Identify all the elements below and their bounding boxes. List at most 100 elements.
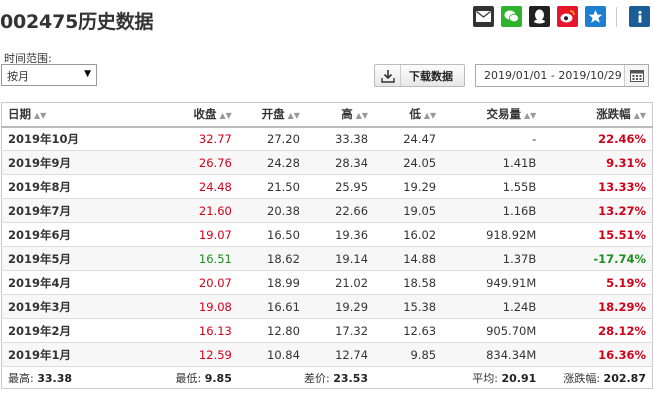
cell-volume: 1.37B	[442, 246, 543, 271]
summary-change: 涨跌幅: 202.87	[542, 366, 653, 389]
cell-change: 15.51%	[542, 222, 653, 247]
cell-close: 20.07	[139, 270, 238, 295]
cell-close: 16.51	[139, 246, 238, 271]
cell-low: 18.58	[374, 270, 443, 295]
cell-open: 12.80	[237, 318, 306, 343]
calendar-icon[interactable]	[624, 65, 648, 86]
cell-open: 16.50	[237, 222, 306, 247]
cell-date: 2019年3月	[1, 294, 140, 319]
cell-volume: 1.55B	[442, 174, 543, 199]
cell-date: 2019年6月	[1, 222, 140, 247]
cell-open: 18.99	[237, 270, 306, 295]
cell-volume: 1.24B	[442, 294, 543, 319]
header-volume[interactable]: 交易量 ▲▼	[442, 102, 543, 128]
cell-low: 12.63	[374, 318, 443, 343]
cell-low: 19.05	[374, 198, 443, 223]
cell-low: 24.05	[374, 150, 443, 175]
cell-high: 33.38	[305, 126, 375, 151]
table-header-row: 日期 ▲▼ 收盘 ▲▼ 开盘 ▲▼ 高 ▲▼ 低 ▲▼ 交易量 ▲▼ 涨跌幅 ▲▼	[1, 102, 653, 128]
cell-close: 19.08	[139, 294, 238, 319]
header-low-label: 低	[409, 107, 421, 122]
cell-high: 17.32	[305, 318, 375, 343]
cell-volume: 834.34M	[442, 342, 543, 367]
cell-high: 21.02	[305, 270, 375, 295]
cell-change: 28.12%	[542, 318, 653, 343]
table-row: 2019年9月 26.76 24.28 28.34 24.05 1.41B 9.31%	[1, 150, 653, 175]
header-open[interactable]: 开盘 ▲▼	[237, 102, 306, 128]
cell-open: 18.62	[237, 246, 306, 271]
summary-row: 最高: 33.38 最低: 9.85 差价: 23.53 平均: 20.91 涨…	[1, 366, 653, 389]
summary-avg-label: 平均:	[472, 371, 498, 385]
cell-volume: 1.16B	[442, 198, 543, 223]
cell-close: 12.59	[139, 342, 238, 367]
table-row: 2019年3月 19.08 16.61 19.29 15.38 1.24B 18.29%	[1, 294, 653, 319]
info-icon[interactable]	[629, 6, 650, 27]
summary-diff-value: 23.53	[333, 371, 369, 385]
table-row: 2019年4月 20.07 18.99 21.02 18.58 949.91M 5.19%	[1, 270, 653, 295]
cell-open: 24.28	[237, 150, 306, 175]
cell-low: 14.88	[374, 246, 443, 271]
summary-low-value: 9.85	[204, 371, 232, 385]
summary-low: 最低: 9.85	[139, 366, 238, 389]
table-row: 2019年1月 12.59 10.84 12.74 9.85 834.34M 16.36%	[1, 342, 653, 367]
cell-low: 16.02	[374, 222, 443, 247]
summary-high-value: 33.38	[37, 371, 73, 385]
summary-diff-label: 差价:	[304, 371, 330, 385]
period-select[interactable]: 按月 ▼	[1, 64, 97, 86]
cell-date: 2019年2月	[1, 318, 140, 343]
cell-close: 19.07	[139, 222, 238, 247]
cell-low: 15.38	[374, 294, 443, 319]
header-close[interactable]: 收盘 ▲▼	[139, 102, 238, 128]
sort-icon: ▲▼	[423, 111, 437, 121]
cell-date: 2019年9月	[1, 150, 140, 175]
cell-change: 13.33%	[542, 174, 653, 199]
cell-close: 21.60	[139, 198, 238, 223]
cell-low: 24.47	[374, 126, 443, 151]
dropdown-arrow-icon: ▼	[84, 69, 91, 79]
page-title: 002475历史数据	[0, 11, 154, 33]
cell-low: 19.29	[374, 174, 443, 199]
header-change[interactable]: 涨跌幅 ▲▼	[542, 102, 653, 128]
cell-open: 20.38	[237, 198, 306, 223]
sort-icon: ▲▼	[633, 111, 646, 121]
cell-close: 16.13	[139, 318, 238, 343]
period-select-value: 按月	[7, 70, 29, 83]
cell-open: 21.50	[237, 174, 306, 199]
cell-high: 12.74	[305, 342, 375, 367]
summary-change-label: 涨跌幅:	[563, 371, 601, 385]
header-high[interactable]: 高 ▲▼	[305, 102, 375, 128]
weibo-icon[interactable]	[557, 6, 578, 27]
header-open-label: 开盘	[261, 107, 285, 122]
cell-volume: -	[442, 126, 543, 151]
date-range-value: 2019/01/01 - 2019/10/29	[484, 69, 622, 82]
mail-icon[interactable]	[473, 6, 494, 27]
favorite-star-icon[interactable]	[585, 6, 606, 27]
download-data-label: 下载数据	[409, 69, 453, 83]
history-table: 日期 ▲▼ 收盘 ▲▼ 开盘 ▲▼ 高 ▲▼ 低 ▲▼ 交易量 ▲▼ 涨跌幅 ▲▼ 2019年…	[1, 102, 653, 389]
table-row: 2019年8月 24.48 21.50 25.95 19.29 1.55B 13.33%	[1, 174, 653, 199]
header-date-label: 日期	[8, 107, 31, 122]
sort-icon: ▲▼	[355, 111, 369, 121]
date-range-picker[interactable]: 2019/01/01 - 2019/10/29	[475, 64, 649, 87]
cell-volume: 949.91M	[442, 270, 543, 295]
sort-icon: ▲▼	[287, 111, 300, 121]
cell-close: 24.48	[139, 174, 238, 199]
header-date[interactable]: 日期 ▲▼	[1, 102, 140, 128]
cell-date: 2019年8月	[1, 174, 140, 199]
cell-date: 2019年4月	[1, 270, 140, 295]
cell-low: 9.85	[374, 342, 443, 367]
cell-high: 19.29	[305, 294, 375, 319]
cell-high: 19.36	[305, 222, 375, 247]
header-close-label: 收盘	[193, 107, 217, 122]
wechat-icon[interactable]	[501, 6, 522, 27]
table-row: 2019年7月 21.60 20.38 22.66 19.05 1.16B 13.27%	[1, 198, 653, 223]
cell-date: 2019年10月	[1, 126, 140, 151]
qq-icon[interactable]	[529, 6, 550, 27]
summary-low-label: 最低:	[175, 371, 202, 385]
header-volume-label: 交易量	[486, 107, 521, 122]
download-data-button[interactable]: 下载数据	[374, 64, 465, 87]
cell-high: 19.14	[305, 246, 375, 271]
sort-icon: ▲▼	[34, 111, 47, 121]
header-low[interactable]: 低 ▲▼	[374, 102, 443, 128]
cell-high: 25.95	[305, 174, 375, 199]
